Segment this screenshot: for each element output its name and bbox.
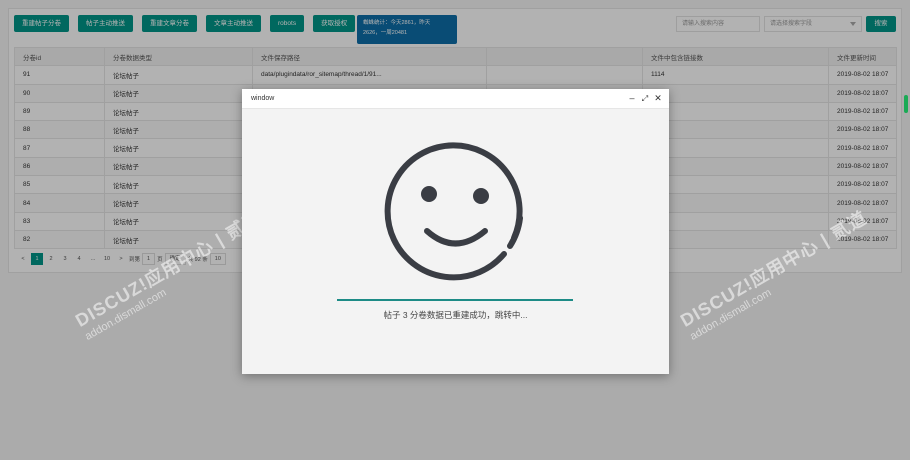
status-dialog: window – ⤢ ✕ 帖子 3 分卷数据已重建成功，跳转中... bbox=[242, 89, 669, 374]
progress-bar bbox=[337, 299, 573, 301]
dialog-title: window bbox=[251, 95, 275, 102]
minimize-icon[interactable]: – bbox=[626, 92, 638, 105]
smiley-face-icon bbox=[384, 142, 523, 281]
progress-bar-fill bbox=[337, 299, 573, 301]
dialog-header: window – ⤢ ✕ bbox=[242, 89, 669, 109]
maximize-icon[interactable]: ⤢ bbox=[639, 92, 651, 105]
close-icon[interactable]: ✕ bbox=[652, 92, 664, 105]
scrollbar-thumb[interactable] bbox=[904, 95, 908, 113]
dialog-message: 帖子 3 分卷数据已重建成功，跳转中... bbox=[383, 310, 528, 320]
